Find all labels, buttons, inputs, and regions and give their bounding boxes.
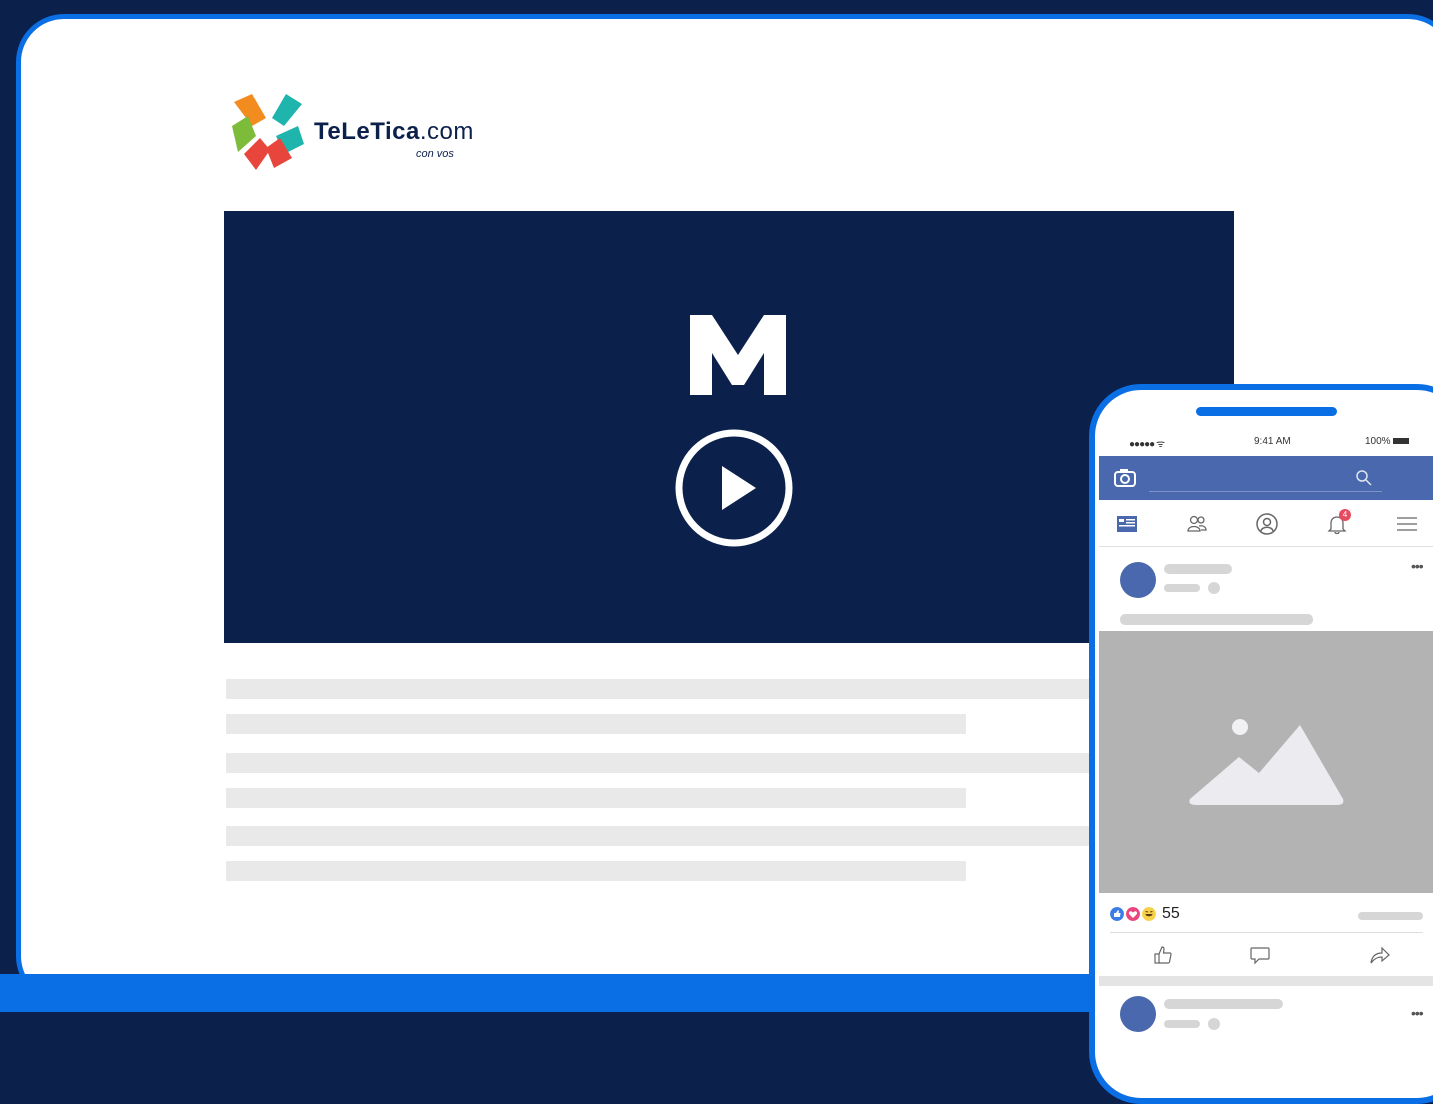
- battery-percent: 100%: [1365, 436, 1391, 447]
- article-line: [226, 861, 966, 881]
- logo-domain: .com: [419, 118, 474, 145]
- logo-brand: TeLeTica: [314, 118, 420, 145]
- more-options-icon[interactable]: •••: [1411, 558, 1424, 574]
- status-bar: ●●●●● ᯤ 9:41 AM 100%: [1099, 436, 1429, 456]
- post-image[interactable]: [1099, 631, 1433, 893]
- search-icon[interactable]: [1355, 469, 1373, 487]
- haha-reaction-icon: [1142, 907, 1156, 921]
- phone-mockup: ●●●●● ᯤ 9:41 AM 100% 4 ••• 55 •••: [1089, 384, 1433, 1104]
- status-time: 9:41 AM: [1254, 436, 1291, 447]
- post-author-placeholder: [1164, 564, 1232, 574]
- menu-icon[interactable]: [1395, 512, 1419, 536]
- news-feed-icon[interactable]: [1115, 512, 1139, 536]
- like-reaction-icon: [1110, 907, 1124, 921]
- post-author-placeholder: [1164, 999, 1283, 1009]
- post-text-placeholder: [1120, 614, 1313, 625]
- camera-icon[interactable]: [1114, 469, 1136, 487]
- love-reaction-icon: [1126, 907, 1140, 921]
- profile-icon[interactable]: [1255, 512, 1279, 536]
- notifications-tab[interactable]: 4: [1325, 509, 1351, 536]
- article-line: [226, 788, 966, 808]
- reaction-count: 55: [1162, 905, 1180, 922]
- m-logo-icon: [690, 315, 786, 395]
- share-icon[interactable]: [1369, 944, 1391, 966]
- more-options-icon[interactable]: •••: [1411, 1005, 1424, 1021]
- article-line: [226, 679, 1126, 699]
- article-line: [226, 826, 1126, 846]
- signal-strength: ●●●●● ᯤ: [1129, 436, 1165, 450]
- image-placeholder-icon: [1189, 719, 1344, 805]
- avatar[interactable]: [1120, 996, 1156, 1032]
- search-input[interactable]: [1149, 465, 1382, 492]
- like-icon[interactable]: [1152, 944, 1174, 966]
- logo-wordmark: TeLeTica.com: [314, 118, 474, 146]
- article-line: [226, 714, 966, 734]
- comments-count-placeholder: [1358, 912, 1423, 920]
- phone-speaker: [1196, 407, 1337, 416]
- comment-icon[interactable]: [1249, 944, 1271, 966]
- video-player[interactable]: [224, 211, 1234, 643]
- teletica-logo-icon: [232, 94, 304, 170]
- wifi-icon: ᯤ: [1155, 439, 1165, 450]
- avatar[interactable]: [1120, 562, 1156, 598]
- post-divider: [1110, 932, 1423, 933]
- post-meta-placeholder: [1164, 1020, 1200, 1028]
- facebook-header: [1099, 456, 1433, 500]
- feed-separator: [1099, 976, 1433, 986]
- battery-indicator: 100%: [1365, 436, 1409, 447]
- logo-tagline: con vos: [416, 148, 454, 160]
- battery-icon: [1392, 438, 1409, 445]
- article-line: [226, 753, 1126, 773]
- facebook-tab-bar: 4: [1099, 500, 1433, 547]
- friends-icon[interactable]: [1185, 512, 1209, 536]
- play-icon[interactable]: [674, 428, 794, 548]
- site-logo[interactable]: TeLeTica.com con vos: [226, 92, 486, 176]
- signal-dots: ●●●●●: [1129, 439, 1156, 450]
- notification-badge: 4: [1339, 509, 1351, 521]
- post-meta-placeholder: [1164, 584, 1200, 592]
- post-meta-dot: [1208, 1018, 1220, 1030]
- post-meta-dot: [1208, 582, 1220, 594]
